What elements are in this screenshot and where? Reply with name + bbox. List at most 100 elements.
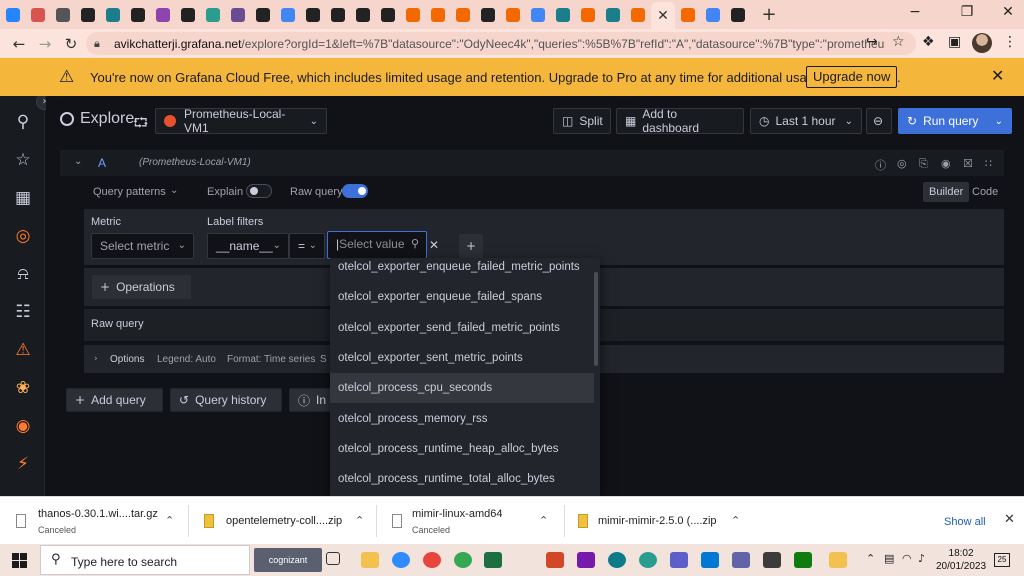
chrome-icon[interactable] bbox=[423, 552, 441, 568]
powerpoint-icon[interactable] bbox=[546, 552, 564, 568]
upgrade-now-button[interactable]: Upgrade now bbox=[806, 66, 898, 88]
teams-icon[interactable] bbox=[670, 552, 688, 568]
lock-icon[interactable]: 🔒︎ bbox=[94, 37, 114, 51]
url-text[interactable]: avikchatterji.grafana.net/explore?orgId=… bbox=[114, 37, 884, 51]
document-icon[interactable]: ☷ bbox=[12, 302, 34, 322]
network-icon[interactable]: ▤ bbox=[884, 552, 894, 565]
run-query-button[interactable]: ↻ Run query ⌄ bbox=[898, 108, 1012, 134]
profile-avatar[interactable] bbox=[972, 33, 992, 53]
collapse-chevron-icon[interactable]: ⌄ bbox=[74, 156, 82, 167]
notification-badge[interactable]: 25 bbox=[994, 553, 1010, 567]
bookmark-star-icon[interactable]: ☆ bbox=[892, 34, 905, 50]
dropdown-option[interactable]: otelcol_exporter_enqueue_failed_metric_p… bbox=[330, 258, 594, 282]
app-icon[interactable] bbox=[763, 552, 781, 568]
download-item[interactable]: thanos-0.30.1.wi....tar.gz Canceled ⌃ bbox=[0, 497, 185, 545]
file-explorer-icon[interactable] bbox=[361, 552, 379, 568]
taskbar-search[interactable]: ⚲ Type here to search bbox=[40, 545, 250, 575]
ml-brain-icon[interactable]: ❀ bbox=[12, 378, 34, 398]
browser-tab[interactable] bbox=[526, 4, 550, 26]
download-item[interactable]: opentelemetry-coll....zip ⌃ bbox=[190, 497, 375, 545]
browser-tab[interactable] bbox=[476, 4, 500, 26]
task-view-icon[interactable] bbox=[326, 552, 340, 565]
wifi-icon[interactable]: ◠ bbox=[902, 552, 912, 565]
drag-handle-icon[interactable]: ∷ bbox=[985, 157, 992, 170]
banner-close-icon[interactable]: ✕ bbox=[991, 66, 1004, 85]
builder-mode-tab[interactable]: Builder bbox=[923, 182, 970, 202]
dropdown-option[interactable]: otelcol_exporter_enqueue_failed_spans bbox=[330, 282, 594, 312]
onenote-icon[interactable] bbox=[577, 552, 595, 568]
raw-query-toggle[interactable] bbox=[342, 184, 368, 198]
zoom-icon[interactable] bbox=[392, 552, 410, 568]
edge-icon[interactable] bbox=[608, 552, 626, 568]
browser-tab[interactable] bbox=[601, 4, 625, 26]
operations-button[interactable]: + Operations bbox=[91, 274, 192, 300]
dropdown-option[interactable]: otelcol_process_runtime_heap_alloc_bytes bbox=[330, 434, 594, 464]
browser-tab[interactable] bbox=[451, 4, 475, 26]
help-icon[interactable]: ⓘ bbox=[875, 157, 886, 173]
browser-tab[interactable] bbox=[326, 4, 350, 26]
forward-arrow-icon[interactable]: → bbox=[32, 35, 58, 53]
star-icon[interactable]: ☆ bbox=[12, 150, 34, 170]
new-tab-button[interactable]: + bbox=[756, 4, 782, 25]
duplicate-icon[interactable]: ⎘ bbox=[919, 157, 928, 171]
search-icon[interactable]: ⚲ bbox=[12, 112, 34, 132]
query-history-button[interactable]: ↺ Query history bbox=[170, 388, 282, 412]
add-filter-button[interactable]: + bbox=[458, 233, 484, 259]
system-clock[interactable]: 18:02 20/01/2023 bbox=[936, 547, 986, 573]
label-key-select[interactable]: __name__ ⌄ bbox=[207, 233, 289, 259]
show-all-downloads-link[interactable]: Show all bbox=[944, 516, 986, 528]
operator-select[interactable]: = ⌄ bbox=[289, 233, 325, 259]
vlc-icon[interactable] bbox=[829, 552, 847, 568]
metric-select[interactable]: Select metric ⌄ bbox=[91, 233, 194, 259]
inspector-button[interactable]: ⓘ In bbox=[289, 388, 331, 412]
url-bar[interactable]: 🔒︎ avikchatterji.grafana.net/explore?org… bbox=[86, 32, 916, 55]
chrome-menu-icon[interactable]: ⋮ bbox=[1003, 34, 1017, 50]
explore-compass-icon[interactable]: ◎ bbox=[12, 226, 34, 246]
add-to-dashboard-button[interactable]: ▦ Add to dashboard bbox=[616, 107, 744, 135]
share-icon[interactable]: ⮔ bbox=[133, 114, 148, 136]
browser-tab[interactable] bbox=[1, 4, 25, 26]
browser-tab[interactable] bbox=[376, 4, 400, 26]
browser-tab[interactable]: ✕ bbox=[651, 2, 675, 29]
dropdown-option[interactable]: otelcol_process_runtime_total_alloc_byte… bbox=[330, 464, 594, 494]
options-toggle[interactable]: Options bbox=[110, 354, 144, 365]
browser-tab[interactable] bbox=[551, 4, 575, 26]
chevron-right-icon[interactable]: › bbox=[94, 354, 98, 364]
share-page-icon[interactable]: ↪ bbox=[866, 34, 878, 50]
chevron-up-icon[interactable]: ⌃ bbox=[731, 514, 740, 527]
dashboards-grid-icon[interactable]: ▦ bbox=[12, 188, 34, 208]
side-panel-icon[interactable]: ▣ bbox=[948, 34, 961, 50]
code-mode-tab[interactable]: Code bbox=[966, 182, 1004, 202]
query-inspector-icon[interactable]: ◎ bbox=[897, 157, 907, 170]
browser-tab[interactable] bbox=[126, 4, 150, 26]
chevron-up-icon[interactable]: ⌃ bbox=[355, 514, 364, 527]
browser-tab[interactable] bbox=[401, 4, 425, 26]
browser-tab[interactable] bbox=[276, 4, 300, 26]
dropdown-option[interactable]: otelcol_process_memory_rss bbox=[330, 404, 594, 434]
add-query-button[interactable]: + Add query bbox=[66, 388, 163, 412]
chrome-icon[interactable] bbox=[454, 552, 472, 568]
maximize-button[interactable]: ❐ bbox=[945, 0, 989, 29]
browser-tab[interactable] bbox=[101, 4, 125, 26]
split-button[interactable]: ◫ Split bbox=[553, 108, 611, 134]
browser-tab[interactable] bbox=[151, 4, 175, 26]
app-icon[interactable] bbox=[794, 552, 812, 568]
browser-tab[interactable] bbox=[351, 4, 375, 26]
datasource-picker[interactable]: Prometheus-Local-VM1 ⌄ bbox=[155, 107, 327, 135]
browser-tab[interactable] bbox=[176, 4, 200, 26]
download-item[interactable]: mimir-linux-amd64 Canceled ⌃ bbox=[378, 497, 563, 545]
close-window-button[interactable]: ✕ bbox=[986, 0, 1024, 29]
volume-icon[interactable]: ♪ bbox=[918, 552, 925, 565]
incident-siren-icon[interactable]: ⚠ bbox=[12, 340, 34, 360]
extensions-puzzle-icon[interactable]: ❖ bbox=[922, 34, 935, 50]
remove-filter-icon[interactable]: ✕ bbox=[428, 238, 440, 252]
back-arrow-icon[interactable]: ← bbox=[6, 35, 32, 53]
query-ref-id[interactable]: A bbox=[98, 156, 106, 170]
cognizant-widget[interactable]: cognizant bbox=[254, 548, 322, 572]
browser-tab[interactable] bbox=[576, 4, 600, 26]
browser-tab[interactable] bbox=[76, 4, 100, 26]
browser-tab[interactable] bbox=[426, 4, 450, 26]
browser-tab[interactable] bbox=[726, 4, 750, 26]
run-query-dropdown-chevron-icon[interactable]: ⌄ bbox=[995, 116, 1003, 127]
hide-eye-icon[interactable]: ◉ bbox=[941, 157, 951, 170]
